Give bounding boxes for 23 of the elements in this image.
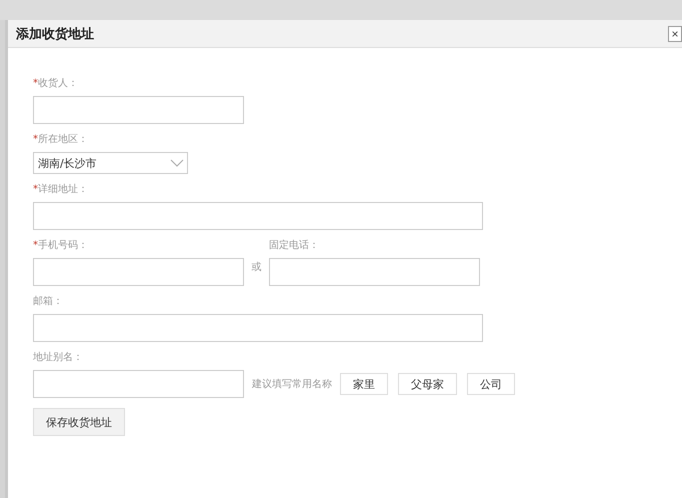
field-label: 地址别名： [33,352,84,364]
field-label: *收货人： [33,78,79,90]
alias-option-button[interactable]: 公司 [467,373,515,395]
field-label: *所在地区： [33,134,89,146]
input-field[interactable] [33,370,244,398]
alias-option-button[interactable]: 父母家 [398,373,457,395]
separator-text: 或 [250,260,262,274]
input-field[interactable] [33,202,483,230]
field-label: 固定电话： [269,240,320,252]
field-label: *详细地址： [33,184,89,196]
input-field[interactable] [269,258,480,286]
region-dropdown[interactable]: 湖南/长沙市 [33,152,188,174]
save-button[interactable]: 保存收货地址 [33,408,125,436]
input-field[interactable] [33,314,483,342]
alias-option-button[interactable]: 家里 [340,373,388,395]
close-button[interactable]: × [668,26,682,42]
input-field[interactable] [33,258,244,286]
dialog-title: 添加收货地址 [16,26,94,42]
field-label: *手机号码： [33,240,89,252]
caret-icon [170,159,184,167]
input-field[interactable] [33,96,244,124]
hint-text: 建议填写常用名称 [252,378,332,391]
field-label: 邮箱： [33,296,64,308]
